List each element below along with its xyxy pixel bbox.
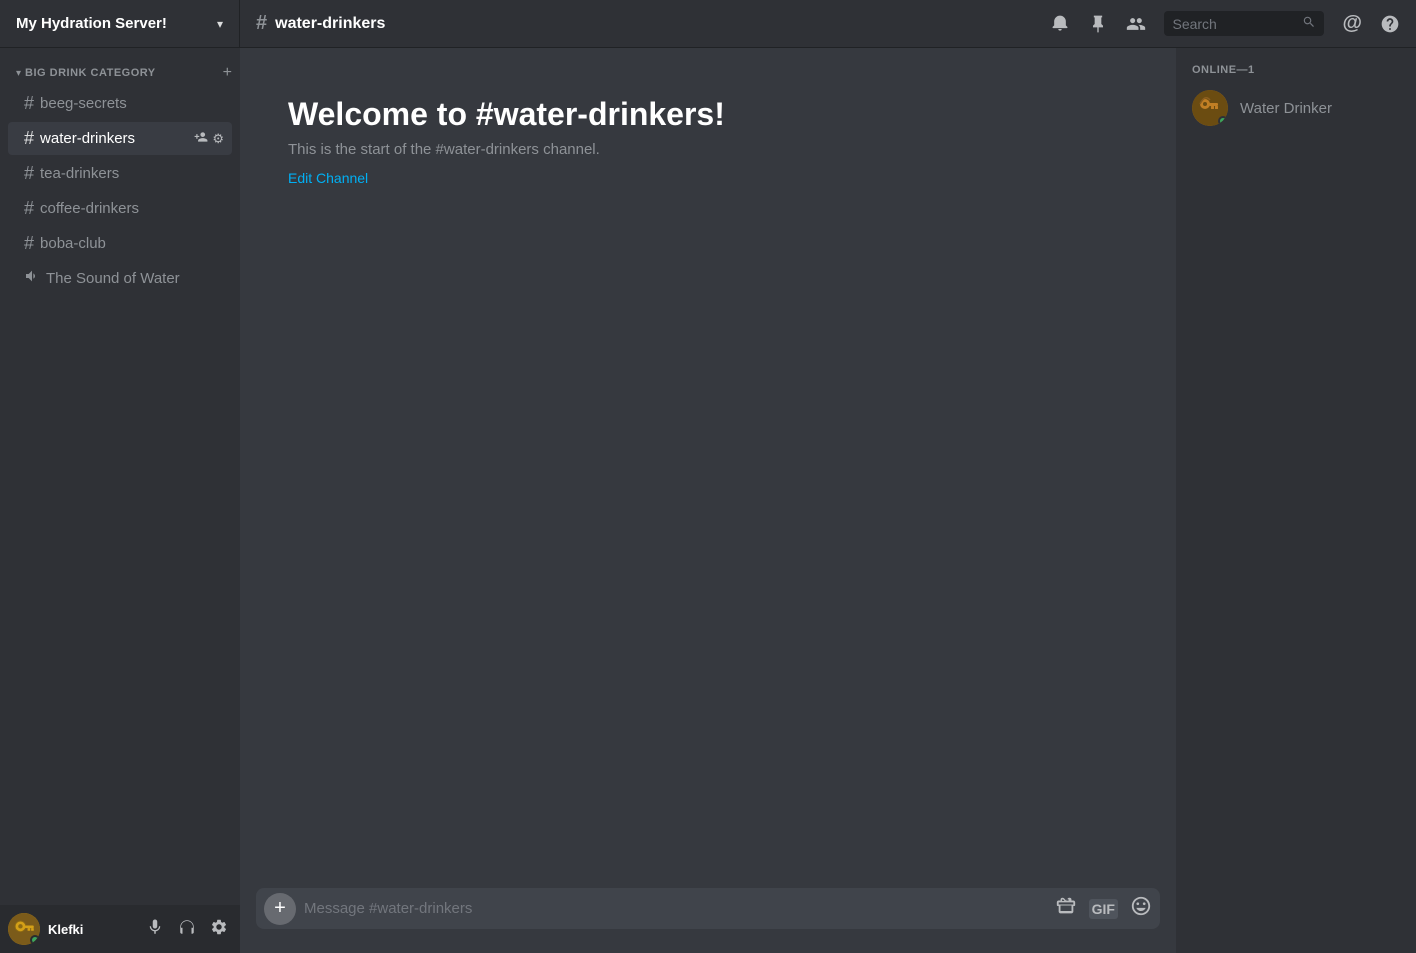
user-online-indicator: [30, 935, 40, 945]
channel-item-boba-club[interactable]: # boba-club: [8, 227, 232, 260]
text-channel-icon: #: [24, 128, 34, 149]
member-online-indicator: [1218, 116, 1228, 126]
server-name-button[interactable]: My Hydration Server! ▾: [0, 0, 240, 47]
channel-item-label: boba-club: [40, 235, 224, 252]
help-icon[interactable]: [1380, 14, 1400, 34]
voice-channel-icon: [24, 268, 40, 289]
at-icon[interactable]: @: [1342, 12, 1362, 35]
text-channel-icon: #: [24, 233, 34, 254]
category-name: BIG DRINK CATEGORY: [25, 67, 219, 79]
add-channel-icon[interactable]: +: [223, 64, 232, 82]
channel-item-label: coffee-drinkers: [40, 200, 224, 217]
search-input[interactable]: [1172, 16, 1296, 32]
category-chevron-icon: ▾: [16, 68, 21, 79]
message-input[interactable]: [304, 888, 1047, 929]
edit-channel-link[interactable]: Edit Channel: [288, 170, 368, 186]
members-section-header: ONLINE—1: [1184, 64, 1408, 84]
server-name: My Hydration Server!: [16, 15, 217, 32]
message-actions: GIF: [1055, 895, 1152, 923]
members-icon[interactable]: [1126, 14, 1146, 34]
emoji-icon[interactable]: [1130, 895, 1152, 923]
headphones-icon[interactable]: [174, 914, 200, 945]
member-item[interactable]: Water Drinker: [1184, 84, 1408, 132]
channel-item-tea-drinkers[interactable]: # tea-drinkers: [8, 157, 232, 190]
gif-icon[interactable]: GIF: [1089, 899, 1118, 919]
category-header[interactable]: ▾ BIG DRINK CATEGORY +: [0, 48, 240, 86]
channel-header: # water-drinkers: [240, 12, 1034, 35]
sidebar: ▾ BIG DRINK CATEGORY + # beeg-secrets ⚙ …: [0, 48, 240, 953]
add-member-icon[interactable]: [194, 130, 208, 147]
welcome-section: Welcome to #water-drinkers! This is the …: [240, 64, 1176, 220]
channel-item-coffee-drinkers[interactable]: # coffee-drinkers: [8, 192, 232, 225]
text-channel-icon: #: [24, 93, 34, 114]
search-icon: [1302, 15, 1316, 32]
user-avatar: [8, 913, 40, 945]
chat-messages: Welcome to #water-drinkers! This is the …: [240, 48, 1176, 888]
members-panel: ONLINE—1 Water Drinker: [1176, 48, 1416, 953]
channel-item-water-drinkers[interactable]: # water-drinkers ⚙: [8, 122, 232, 155]
channel-item-actions: ⚙: [194, 130, 224, 147]
channel-item-label: tea-drinkers: [40, 165, 224, 182]
welcome-title: Welcome to #water-drinkers!: [288, 96, 1128, 133]
user-bar: Klefki: [0, 905, 240, 953]
bell-icon[interactable]: [1050, 14, 1070, 34]
channel-item-beeg-secrets[interactable]: # beeg-secrets ⚙: [8, 87, 232, 120]
channel-item-label: water-drinkers: [40, 130, 188, 147]
member-avatar: [1192, 90, 1228, 126]
search-box[interactable]: [1164, 11, 1324, 36]
user-actions: [142, 914, 232, 945]
message-input-area: + GIF: [240, 888, 1176, 953]
user-display-name: Klefki: [48, 922, 134, 937]
text-channel-icon: #: [24, 198, 34, 219]
channel-hash-icon: #: [256, 12, 267, 35]
add-attachment-button[interactable]: +: [264, 893, 296, 925]
channel-item-label: The Sound of Water: [46, 270, 180, 287]
channel-name: water-drinkers: [275, 15, 385, 33]
channel-item-sound-of-water[interactable]: The Sound of Water: [8, 262, 232, 295]
server-chevron-icon: ▾: [217, 17, 223, 31]
channel-item-label: beeg-secrets: [40, 95, 224, 112]
text-channel-icon: #: [24, 163, 34, 184]
settings-icon[interactable]: ⚙: [212, 131, 224, 147]
gift-icon[interactable]: [1055, 895, 1077, 923]
topbar: My Hydration Server! ▾ # water-drinkers: [0, 0, 1416, 48]
topbar-right: @: [1034, 11, 1416, 36]
settings-icon[interactable]: [206, 914, 232, 945]
microphone-icon[interactable]: [142, 914, 168, 945]
chat-area: Welcome to #water-drinkers! This is the …: [240, 48, 1176, 953]
message-input-box: + GIF: [256, 888, 1160, 929]
main-layout: ▾ BIG DRINK CATEGORY + # beeg-secrets ⚙ …: [0, 48, 1416, 953]
welcome-subtitle: This is the start of the #water-drinkers…: [288, 141, 1128, 158]
pin-icon[interactable]: [1088, 14, 1108, 34]
member-display-name: Water Drinker: [1240, 100, 1332, 117]
